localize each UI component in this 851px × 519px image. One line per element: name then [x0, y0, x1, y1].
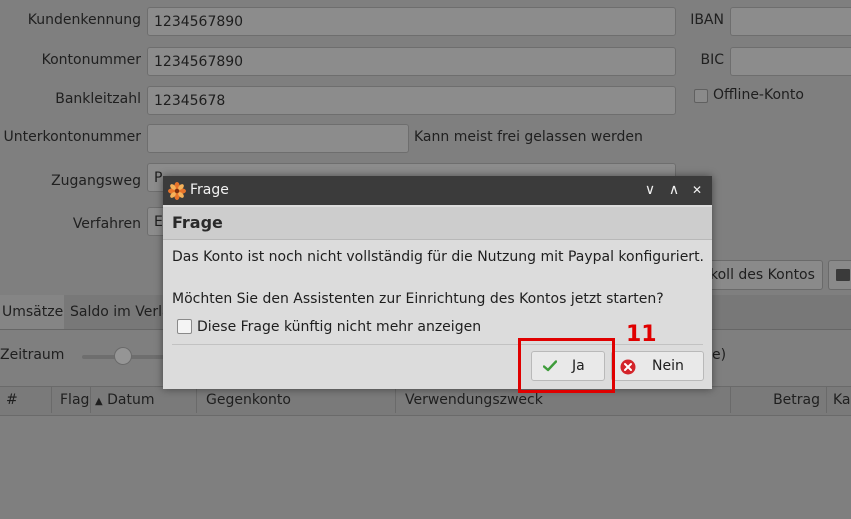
iban-label: IBAN	[690, 12, 724, 28]
close-button[interactable]: ✕	[686, 176, 708, 205]
tab-saldo-im-verlauf[interactable]: Saldo im Verla	[64, 295, 168, 329]
zeitraum-suffix: e)	[712, 347, 727, 363]
unterkontonummer-label: Unterkontonummer	[3, 129, 141, 145]
dont-ask-again-checkbox[interactable]	[177, 319, 192, 334]
question-dialog: Frage ∨ ∧ ✕ Frage Das Konto ist noch nic…	[163, 176, 712, 389]
dont-ask-again-label: Diese Frage künftig nicht mehr anzeigen	[197, 319, 482, 335]
clapper-icon	[836, 269, 850, 281]
app-logo-icon	[168, 182, 186, 200]
kundenkennung-field[interactable]: 1234567890	[147, 7, 676, 36]
column-header-gegenkonto[interactable]: Gegenkonto	[197, 387, 396, 413]
kundenkennung-label: Kundenkennung	[27, 12, 141, 28]
tab-umsaetze[interactable]: Umsätze	[0, 295, 64, 329]
bankleitzahl-field[interactable]: 12345678	[147, 86, 676, 115]
column-header-flags[interactable]: Flags	[52, 387, 91, 413]
dialog-window-title: Frage	[190, 182, 229, 198]
column-header-number[interactable]: #	[0, 387, 52, 413]
sort-ascending-icon: ▲	[95, 396, 103, 407]
dialog-message-line2: Möchten Sie den Assistenten zur Einricht…	[172, 291, 664, 307]
unterkontonummer-field[interactable]	[147, 124, 409, 153]
offline-konto-checkbox[interactable]	[694, 89, 708, 103]
no-button[interactable]: Nein	[611, 351, 704, 381]
verfahren-label: Verfahren	[72, 216, 141, 232]
extra-toolbar-button[interactable]	[828, 260, 851, 290]
protokoll-button[interactable]: koll des Kontos	[703, 260, 823, 290]
kontonummer-label: Kontonummer	[41, 52, 141, 68]
maximize-button[interactable]: ∧	[663, 176, 685, 205]
iban-field[interactable]	[730, 7, 851, 36]
dialog-message-line1: Das Konto ist noch nicht vollständig für…	[172, 249, 705, 265]
no-button-label: Nein	[652, 358, 684, 374]
column-header-betrag[interactable]: Betrag	[731, 387, 827, 413]
zeitraum-slider-handle[interactable]	[114, 347, 132, 365]
annotation-highlight-box	[518, 338, 615, 393]
offline-konto-label: Offline-Konto	[713, 87, 804, 103]
dialog-titlebar[interactable]: Frage ∨ ∧ ✕	[163, 176, 712, 205]
column-header-datum-label: Datum	[107, 392, 155, 408]
dialog-header-title: Frage	[172, 213, 223, 232]
annotation-step-number: 11	[626, 322, 657, 347]
bankleitzahl-label: Bankleitzahl	[55, 91, 141, 107]
bic-label: BIC	[700, 52, 724, 68]
kontonummer-field[interactable]: 1234567890	[147, 47, 676, 76]
dialog-header: Frage	[163, 207, 712, 240]
dialog-separator	[172, 344, 703, 345]
zeitraum-label: Zeitraum	[0, 347, 65, 363]
zugangsweg-label: Zugangsweg	[51, 173, 141, 189]
bic-field[interactable]	[730, 47, 851, 76]
unterkontonummer-hint: Kann meist frei gelassen werden	[414, 129, 643, 145]
column-header-datum[interactable]: ▲ Datum	[91, 387, 197, 413]
minimize-button[interactable]: ∨	[639, 176, 661, 205]
column-header-kategorie[interactable]: Ka	[827, 387, 851, 413]
cancel-icon	[620, 359, 636, 375]
